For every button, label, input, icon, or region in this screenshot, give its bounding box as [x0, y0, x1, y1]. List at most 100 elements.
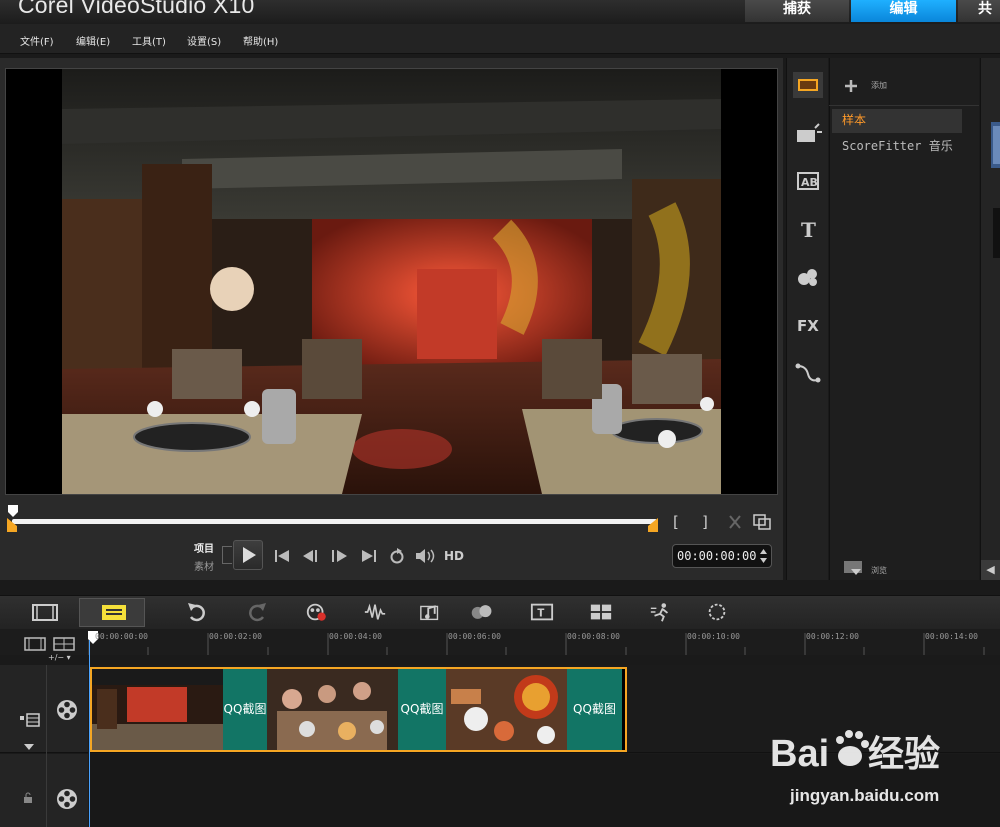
menu-file[interactable]: 文件(F)	[20, 33, 54, 48]
library-item-scorefitter[interactable]: ScoreFitter 音乐	[842, 137, 953, 154]
timeline-playhead[interactable]	[89, 640, 90, 827]
title-icon[interactable]: T	[793, 216, 823, 242]
tab-edit[interactable]: 编辑	[851, 0, 956, 22]
preview-image	[62, 69, 721, 494]
library-item-sample[interactable]: 样本	[832, 109, 962, 133]
library-divider	[829, 105, 979, 106]
timecode-field[interactable]: 00:00:00:00	[672, 544, 772, 568]
mark-out-button[interactable]: ]	[702, 513, 708, 531]
media-thumbnail[interactable]	[989, 122, 1000, 182]
ruler-tick-label: 00:00:14:00	[925, 632, 978, 641]
zoom-label: +/−	[48, 653, 65, 662]
subtitle-editor-icon[interactable]: T	[530, 601, 554, 623]
time-remapping-icon[interactable]	[649, 601, 673, 623]
expand-track-icon[interactable]	[23, 743, 35, 751]
library-category-bar: AB T FX	[786, 58, 828, 580]
tab-share[interactable]: 共	[958, 0, 1000, 22]
overlay-track-icon[interactable]	[56, 788, 78, 810]
play-button[interactable]	[233, 540, 263, 570]
timeline-view-button[interactable]	[79, 598, 145, 627]
ruler-tick-label: 00:00:12:00	[806, 632, 859, 641]
player-panel: [ ] 项目 素材 HD 00:00:00:00	[0, 58, 783, 580]
trim-start-marker[interactable]	[7, 518, 17, 532]
ripple-edit-icon[interactable]	[19, 713, 41, 727]
zoom-control[interactable]: +/− ▾	[48, 653, 88, 665]
svg-text:AB: AB	[801, 176, 818, 189]
ruler-tick-label: 00:00:04:00	[329, 632, 382, 641]
timeline-view-icon	[102, 605, 126, 620]
go-to-start-icon[interactable]	[273, 548, 291, 564]
browse-icon[interactable]	[843, 559, 865, 577]
timecode-spinner-icon[interactable]	[759, 548, 768, 564]
playhead-handle[interactable]	[7, 504, 19, 518]
menu-help[interactable]: 帮助(H)	[243, 33, 278, 48]
split-clip-icon[interactable]	[727, 514, 743, 530]
trim-end-marker[interactable]	[648, 518, 658, 532]
mark-in-button[interactable]: [	[673, 513, 679, 531]
next-frame-icon[interactable]	[330, 548, 350, 564]
overlay-track-header	[0, 754, 88, 827]
multi-camera-icon[interactable]	[589, 601, 613, 623]
clip-thumbnail[interactable]	[92, 669, 223, 750]
mode-clip-label[interactable]: 素材	[194, 558, 214, 573]
svg-text:FX: FX	[797, 317, 819, 335]
enlarge-preview-icon[interactable]	[753, 514, 771, 530]
menu-edit[interactable]: 编辑(E)	[76, 33, 110, 48]
track-manager-icon[interactable]	[53, 637, 75, 651]
transition-thumbnail[interactable]: QQ截图	[398, 669, 446, 750]
track-lock-icon[interactable]	[22, 792, 34, 804]
undo-icon[interactable]	[185, 601, 209, 623]
watermark-url: jingyan.baidu.com	[790, 786, 940, 805]
preview-window	[5, 68, 778, 495]
ruler-tick-label: 00:00:10:00	[687, 632, 740, 641]
motion-tracking-icon[interactable]	[470, 601, 494, 623]
menu-bar: 文件(F) 编辑(E) 工具(T) 设置(S) 帮助(H)	[0, 24, 1000, 54]
browse-label[interactable]: 浏览	[871, 565, 887, 576]
transition-thumbnail[interactable]: QQ截图	[567, 669, 622, 750]
library-scroll-left-button[interactable]: ◀	[981, 560, 1000, 580]
ruler-tick-label: 00:00:02:00	[209, 632, 262, 641]
path-icon[interactable]	[793, 360, 823, 386]
auto-music-icon[interactable]	[419, 601, 443, 623]
sound-mixer-icon[interactable]	[363, 601, 387, 623]
track-header-divider	[46, 665, 47, 827]
all-tracks-icon[interactable]	[24, 637, 46, 651]
clip-thumbnail[interactable]	[267, 669, 398, 750]
record-capture-icon[interactable]	[305, 601, 329, 623]
previous-frame-icon[interactable]	[301, 548, 321, 564]
menu-settings[interactable]: 设置(S)	[187, 33, 221, 48]
title-bar: Corel VideoStudio X10 捕获 编辑 共	[0, 0, 1000, 24]
video-clip-strip[interactable]: QQ截图 QQ截图 QQ截图	[90, 667, 627, 752]
media-thumbnail[interactable]	[989, 208, 1000, 268]
library-media-panel	[980, 58, 1000, 580]
add-folder-icon[interactable]	[843, 78, 859, 94]
baidu-jingyan-logo: Bai 经验	[770, 730, 940, 775]
go-to-end-icon[interactable]	[360, 548, 378, 564]
volume-icon[interactable]	[414, 548, 436, 564]
add-folder-label[interactable]: 添加	[871, 80, 887, 91]
video-track-icon[interactable]	[56, 699, 78, 721]
tab-capture[interactable]: 捕获	[745, 0, 849, 22]
app-title: Corel VideoStudio X10	[18, 0, 255, 18]
svg-text:Bai: Bai	[770, 733, 829, 775]
filter-fx-icon[interactable]: FX	[793, 312, 823, 338]
video-track-header	[0, 665, 88, 753]
redo-icon[interactable]	[245, 601, 269, 623]
transition-thumbnail[interactable]: QQ截图	[223, 669, 267, 750]
repeat-icon[interactable]	[388, 548, 406, 564]
timecode-value: 00:00:00:00	[677, 549, 757, 563]
mode-bracket	[222, 546, 232, 564]
storyboard-view-icon[interactable]	[17, 598, 72, 627]
media-icon[interactable]	[793, 72, 823, 98]
scrub-bar[interactable]	[12, 519, 657, 524]
transition-icon[interactable]: AB	[793, 168, 823, 194]
timeline-ruler[interactable]: 00:00:00:00 00:00:02:00 00:00:04:00 00:0…	[88, 629, 1000, 655]
mode-project-label[interactable]: 项目	[194, 540, 214, 555]
instant-project-icon[interactable]	[793, 122, 823, 148]
timeline-toolbar	[0, 595, 1000, 629]
clip-thumbnail[interactable]	[446, 669, 567, 750]
graphic-icon[interactable]	[793, 264, 823, 290]
mask-creator-icon[interactable]	[705, 601, 729, 623]
menu-tools[interactable]: 工具(T)	[132, 33, 166, 48]
hd-preview-toggle[interactable]: HD	[444, 549, 464, 563]
